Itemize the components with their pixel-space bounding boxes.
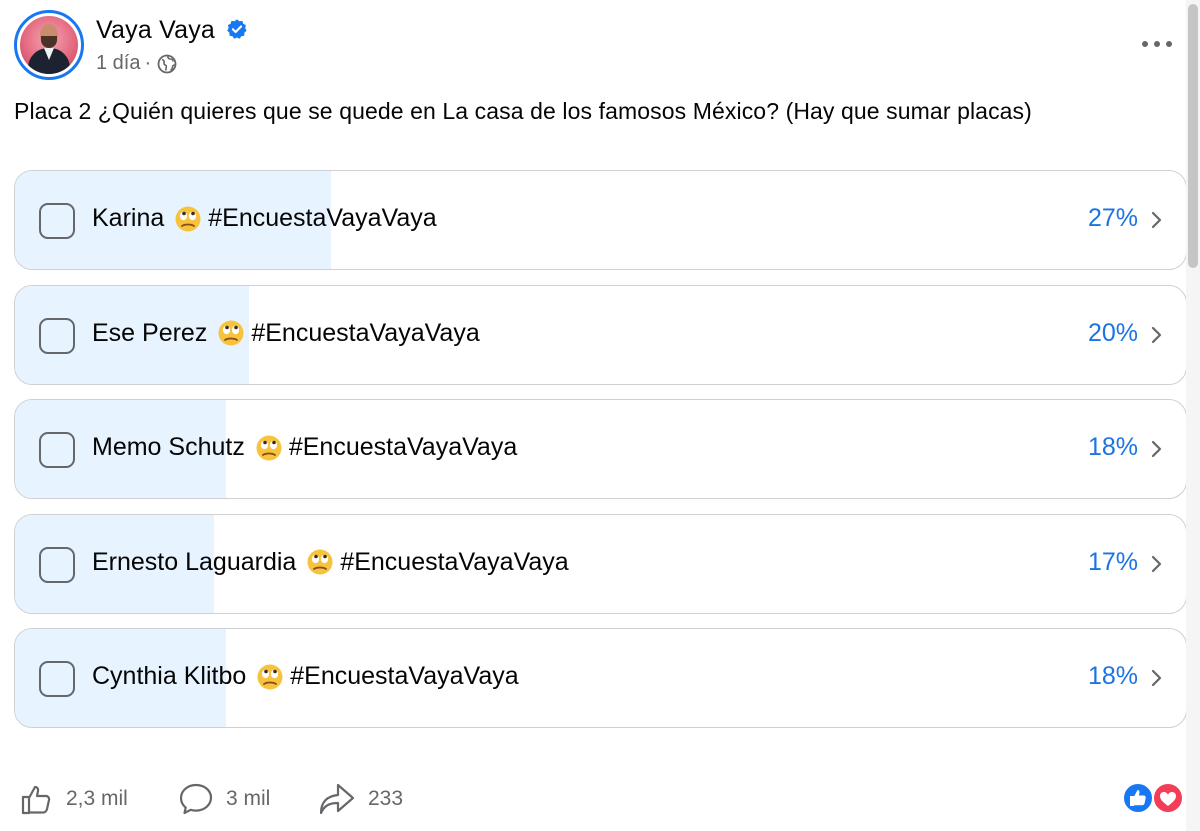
option-checkbox[interactable] xyxy=(39,546,75,583)
option-name: Cynthia Klitbo xyxy=(92,662,247,690)
option-percent: 20% xyxy=(1087,318,1138,347)
chevron-right-icon[interactable] xyxy=(1148,209,1164,231)
poll-options: Karina #EncuestaVayaVaya 27% Ese Perez #… xyxy=(14,170,1187,743)
speech-bubble-icon xyxy=(179,783,213,815)
comment-button[interactable]: 3 mil xyxy=(178,782,270,816)
thumbs-up-icon xyxy=(21,785,51,815)
option-percent: 27% xyxy=(1087,204,1138,232)
option-label: Cynthia Klitbo #EncuestaVayaVaya xyxy=(92,662,519,691)
option-label: Memo Schutz #EncuestaVayaVaya xyxy=(92,433,517,462)
chevron-right-icon[interactable] xyxy=(1148,324,1164,346)
avatar-photo xyxy=(20,16,78,74)
comment-count: 3 mil xyxy=(226,787,271,810)
post-time[interactable]: 1 día xyxy=(96,52,140,75)
chevron-right-icon[interactable] xyxy=(1148,438,1164,460)
post-footer: 2,3 mil 3 mil 233 xyxy=(14,770,1186,826)
verified-badge-icon xyxy=(227,19,247,39)
option-percent: 18% xyxy=(1087,433,1138,461)
meta-separator: · xyxy=(144,52,152,74)
option-checkbox[interactable] xyxy=(39,661,75,697)
face-with-rolling-eyes-icon xyxy=(175,206,201,231)
scrollbar-thumb[interactable] xyxy=(1188,4,1198,268)
option-label: Ernesto Laguardia #EncuestaVayaVaya xyxy=(92,548,569,577)
poll-option[interactable]: Karina #EncuestaVayaVaya 27% xyxy=(14,170,1187,270)
globe-icon xyxy=(157,54,177,73)
poll-option[interactable]: Cynthia Klitbo #EncuestaVayaVaya 18% xyxy=(14,628,1187,728)
share-count: 233 xyxy=(368,787,404,810)
face-with-rolling-eyes-icon xyxy=(307,549,333,575)
like-reaction-icon xyxy=(1122,782,1154,814)
option-label: Ese Perez #EncuestaVayaVaya xyxy=(92,319,480,348)
poll-option[interactable]: Ese Perez #EncuestaVayaVaya 20% xyxy=(14,284,1187,385)
post-text: Placa 2 ¿Quién quieres que se quede en L… xyxy=(14,98,1032,124)
option-checkbox[interactable] xyxy=(39,317,75,354)
option-hashtag: #EncuestaVayaVaya xyxy=(290,662,519,690)
option-hashtag: #EncuestaVayaVaya xyxy=(340,547,569,576)
option-name: Ernesto Laguardia xyxy=(92,547,297,576)
option-percent: 17% xyxy=(1087,547,1138,576)
option-checkbox[interactable] xyxy=(39,432,75,468)
face-with-rolling-eyes-icon xyxy=(218,320,244,346)
option-percent: 18% xyxy=(1087,662,1138,690)
post-header: Vaya Vaya 1 día · xyxy=(14,10,1200,82)
face-with-rolling-eyes-icon xyxy=(257,664,283,689)
more-options-icon[interactable] xyxy=(1142,34,1172,54)
post-meta: 1 día · xyxy=(96,52,177,75)
option-hashtag: #EncuestaVayaVaya xyxy=(208,204,437,232)
share-arrow-icon xyxy=(319,783,355,815)
avatar[interactable] xyxy=(14,10,84,80)
chevron-right-icon[interactable] xyxy=(1148,667,1164,689)
page-name[interactable]: Vaya Vaya xyxy=(96,16,215,45)
option-hashtag: #EncuestaVayaVaya xyxy=(288,433,518,461)
face-with-rolling-eyes-icon xyxy=(256,435,282,460)
scrollbar[interactable] xyxy=(1186,0,1200,831)
like-button[interactable]: 2,3 mil xyxy=(20,782,128,816)
poll-option[interactable]: Memo Schutz #EncuestaVayaVaya 18% xyxy=(14,399,1187,499)
option-label: Karina #EncuestaVayaVaya xyxy=(92,204,437,233)
like-count: 2,3 mil xyxy=(66,787,128,810)
option-hashtag: #EncuestaVayaVaya xyxy=(251,318,480,347)
chevron-right-icon[interactable] xyxy=(1148,553,1164,575)
option-name: Karina xyxy=(92,204,165,232)
share-button[interactable]: 233 xyxy=(318,782,403,816)
reaction-summary[interactable] xyxy=(1120,782,1186,814)
option-name: Ese Perez xyxy=(92,318,208,347)
love-reaction-icon xyxy=(1152,782,1184,814)
poll-option[interactable]: Ernesto Laguardia #EncuestaVayaVaya 17% xyxy=(14,513,1187,614)
option-name: Memo Schutz xyxy=(92,433,245,461)
option-checkbox[interactable] xyxy=(39,203,75,239)
